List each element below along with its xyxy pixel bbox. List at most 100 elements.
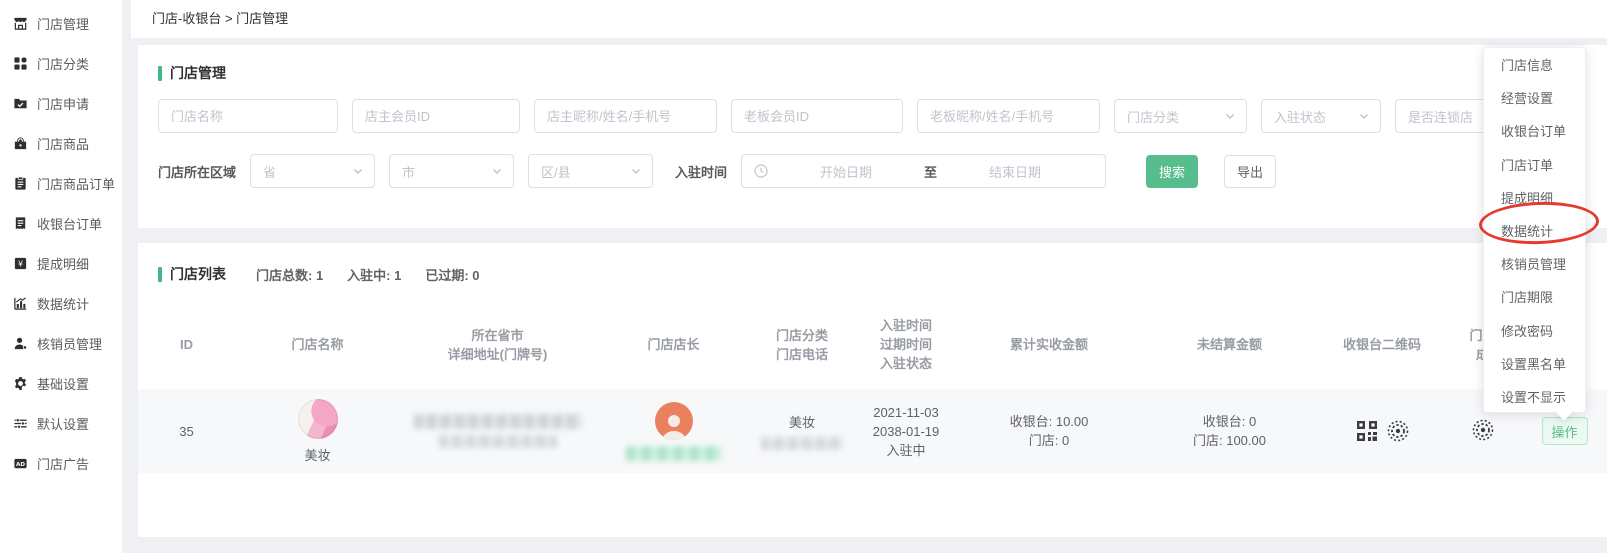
- filter-city-select[interactable]: 市: [389, 154, 514, 188]
- entry-date-range-input[interactable]: 开始日期 至 结束日期: [741, 154, 1106, 188]
- chevron-down-icon: [1358, 110, 1370, 122]
- clipboard-icon: [13, 175, 29, 191]
- cell-received: 收银台: 10.00 门店: 0: [960, 389, 1138, 473]
- status-text: 入驻中: [852, 441, 960, 460]
- stat-active: 入驻中: 1: [347, 265, 401, 284]
- section-accent-bar: [158, 267, 162, 282]
- filter-entry-status-select[interactable]: 入驻状态: [1261, 99, 1381, 133]
- sidebar-item-data-statistics[interactable]: 数据统计: [0, 283, 122, 323]
- filter-row-1: 门店分类 入驻状态 是否连锁店: [158, 99, 1607, 133]
- store-stats: 门店总数: 1 入驻中: 1 已过期: 0: [256, 265, 480, 284]
- sidebar-item-verifier-manage[interactable]: 核销员管理: [0, 323, 122, 363]
- entry-time-label: 入驻时间: [675, 162, 727, 181]
- bar-chart-icon: [13, 295, 29, 311]
- main-content: 门店-收银台 > 门店管理 门店管理 门店分类 入驻状态 是否连锁店: [124, 0, 1607, 553]
- menu-item-data-statistics[interactable]: 数据统计: [1484, 214, 1585, 247]
- sidebar-item-basic-settings[interactable]: 基础设置: [0, 363, 122, 403]
- clock-icon: [754, 164, 768, 178]
- menu-item-verifier-manage[interactable]: 核销员管理: [1484, 247, 1585, 280]
- menu-item-business-settings[interactable]: 经营设置: [1484, 81, 1585, 114]
- table-header-row: ID 门店名称 所在省市详细地址(门牌号) 门店店长 门店分类门店电话 入驻时间…: [138, 306, 1607, 389]
- col-header-category: 门店分类门店电话: [752, 306, 852, 389]
- menu-item-commission-detail[interactable]: 提成明细: [1484, 181, 1585, 214]
- col-header-received: 累计实收金额: [960, 306, 1138, 389]
- filter-boss-member-id-input[interactable]: [731, 99, 903, 133]
- sidebar-item-store-ads[interactable]: AD 门店广告: [0, 443, 122, 483]
- col-header-cashier-qr: 收银台二维码: [1321, 306, 1443, 389]
- store-list-panel: 门店列表 门店总数: 1 入驻中: 1 已过期: 0 ID 门店名称 所在省市详…: [138, 243, 1607, 537]
- region-label: 门店所在区域: [158, 162, 236, 181]
- qr-code-icon[interactable]: [1356, 420, 1378, 442]
- search-button[interactable]: 搜索: [1146, 155, 1198, 188]
- cell-cashier-qr: [1321, 389, 1443, 473]
- svg-text:¥: ¥: [18, 259, 23, 268]
- commission-icon: ¥: [13, 255, 29, 271]
- store-table: ID 门店名称 所在省市详细地址(门牌号) 门店店长 门店分类门店电话 入驻时间…: [138, 306, 1607, 473]
- manager-avatar: [655, 402, 693, 440]
- sidebar-item-store-category[interactable]: 门店分类: [0, 43, 122, 83]
- panel-title: 门店管理: [170, 63, 226, 83]
- date-to-separator: 至: [924, 162, 937, 181]
- col-header-store-name: 门店名称: [235, 306, 400, 389]
- filter-boss-info-input[interactable]: [917, 99, 1100, 133]
- sidebar-item-default-settings[interactable]: 默认设置: [0, 403, 122, 443]
- sidebar-item-store-apply[interactable]: 门店申请: [0, 83, 122, 123]
- sliders-icon: [13, 415, 29, 431]
- stat-total: 门店总数: 1: [256, 265, 323, 284]
- redacted-manager-name: [626, 446, 722, 461]
- redacted-address-line2: [439, 435, 557, 448]
- filter-owner-member-id-input[interactable]: [352, 99, 520, 133]
- menu-item-store-info[interactable]: 门店信息: [1484, 48, 1585, 81]
- menu-item-store-orders[interactable]: 门店订单: [1484, 148, 1585, 181]
- menu-item-store-term[interactable]: 门店期限: [1484, 280, 1585, 313]
- sidebar-item-store-manage[interactable]: 门店管理: [0, 3, 122, 43]
- cell-store-name: 美妆: [235, 389, 400, 473]
- filter-province-select[interactable]: 省: [250, 154, 375, 188]
- col-header-address: 所在省市详细地址(门牌号): [400, 306, 595, 389]
- stat-expired: 已过期: 0: [425, 265, 479, 284]
- bag-icon: [13, 135, 29, 151]
- miniprogram-code-icon[interactable]: [1472, 419, 1494, 441]
- cell-category: 美妆: [752, 389, 852, 473]
- miniprogram-code-icon[interactable]: [1387, 420, 1409, 442]
- export-button[interactable]: 导出: [1224, 155, 1276, 188]
- cell-address: [400, 389, 595, 473]
- storefront-icon: [13, 15, 29, 31]
- filter-district-select[interactable]: 区/县: [528, 154, 653, 188]
- row-action-button[interactable]: 操作: [1542, 417, 1588, 445]
- menu-item-cashier-orders[interactable]: 收银台订单: [1484, 114, 1585, 147]
- ad-icon: AD: [13, 455, 29, 471]
- chevron-down-icon: [352, 165, 364, 177]
- cell-manager: [595, 389, 752, 473]
- breadcrumb: 门店-收银台 > 门店管理: [131, 0, 1607, 38]
- filter-store-category-select[interactable]: 门店分类: [1114, 99, 1247, 133]
- menu-item-set-blacklist[interactable]: 设置黑名单: [1484, 347, 1585, 380]
- end-date-placeholder: 结束日期: [937, 162, 1093, 181]
- col-header-manager: 门店店长: [595, 306, 752, 389]
- sidebar-item-store-goods-orders[interactable]: 门店商品订单: [0, 163, 122, 203]
- receipt-icon: [13, 215, 29, 231]
- chevron-down-icon: [491, 165, 503, 177]
- cell-id: 35: [138, 389, 235, 473]
- list-title: 门店列表: [170, 264, 226, 284]
- store-avatar: [298, 399, 338, 439]
- redacted-address-line1: [414, 414, 582, 429]
- filter-store-name-input[interactable]: [158, 99, 338, 133]
- start-date-placeholder: 开始日期: [768, 162, 924, 181]
- col-header-id: ID: [138, 306, 235, 389]
- col-header-entry-time: 入驻时间过期时间入驻状态: [852, 306, 960, 389]
- person-icon: [13, 335, 29, 351]
- svg-text:AD: AD: [16, 462, 25, 468]
- filter-row-2: 门店所在区域 省 市 区/县 入驻时间 开始日期 至 结束日期 搜索 导出: [158, 154, 1607, 188]
- redacted-phone: [761, 437, 843, 450]
- sidebar-item-store-goods[interactable]: 门店商品: [0, 123, 122, 163]
- grid-icon: [13, 55, 29, 71]
- menu-item-change-password[interactable]: 修改密码: [1484, 314, 1585, 347]
- store-manage-panel: 门店管理 门店分类 入驻状态 是否连锁店 门店所在区域 省: [138, 45, 1607, 228]
- sidebar-item-cashier-orders[interactable]: 收银台订单: [0, 203, 122, 243]
- row-action-dropdown-menu: 门店信息 经营设置 收银台订单 门店订单 提成明细 数据统计 核销员管理 门店期…: [1483, 47, 1586, 413]
- sidebar-item-commission-detail[interactable]: ¥ 提成明细: [0, 243, 122, 283]
- filter-owner-info-input[interactable]: [534, 99, 717, 133]
- menu-item-set-hidden[interactable]: 设置不显示: [1484, 380, 1585, 413]
- table-row: 35 美妆: [138, 389, 1607, 473]
